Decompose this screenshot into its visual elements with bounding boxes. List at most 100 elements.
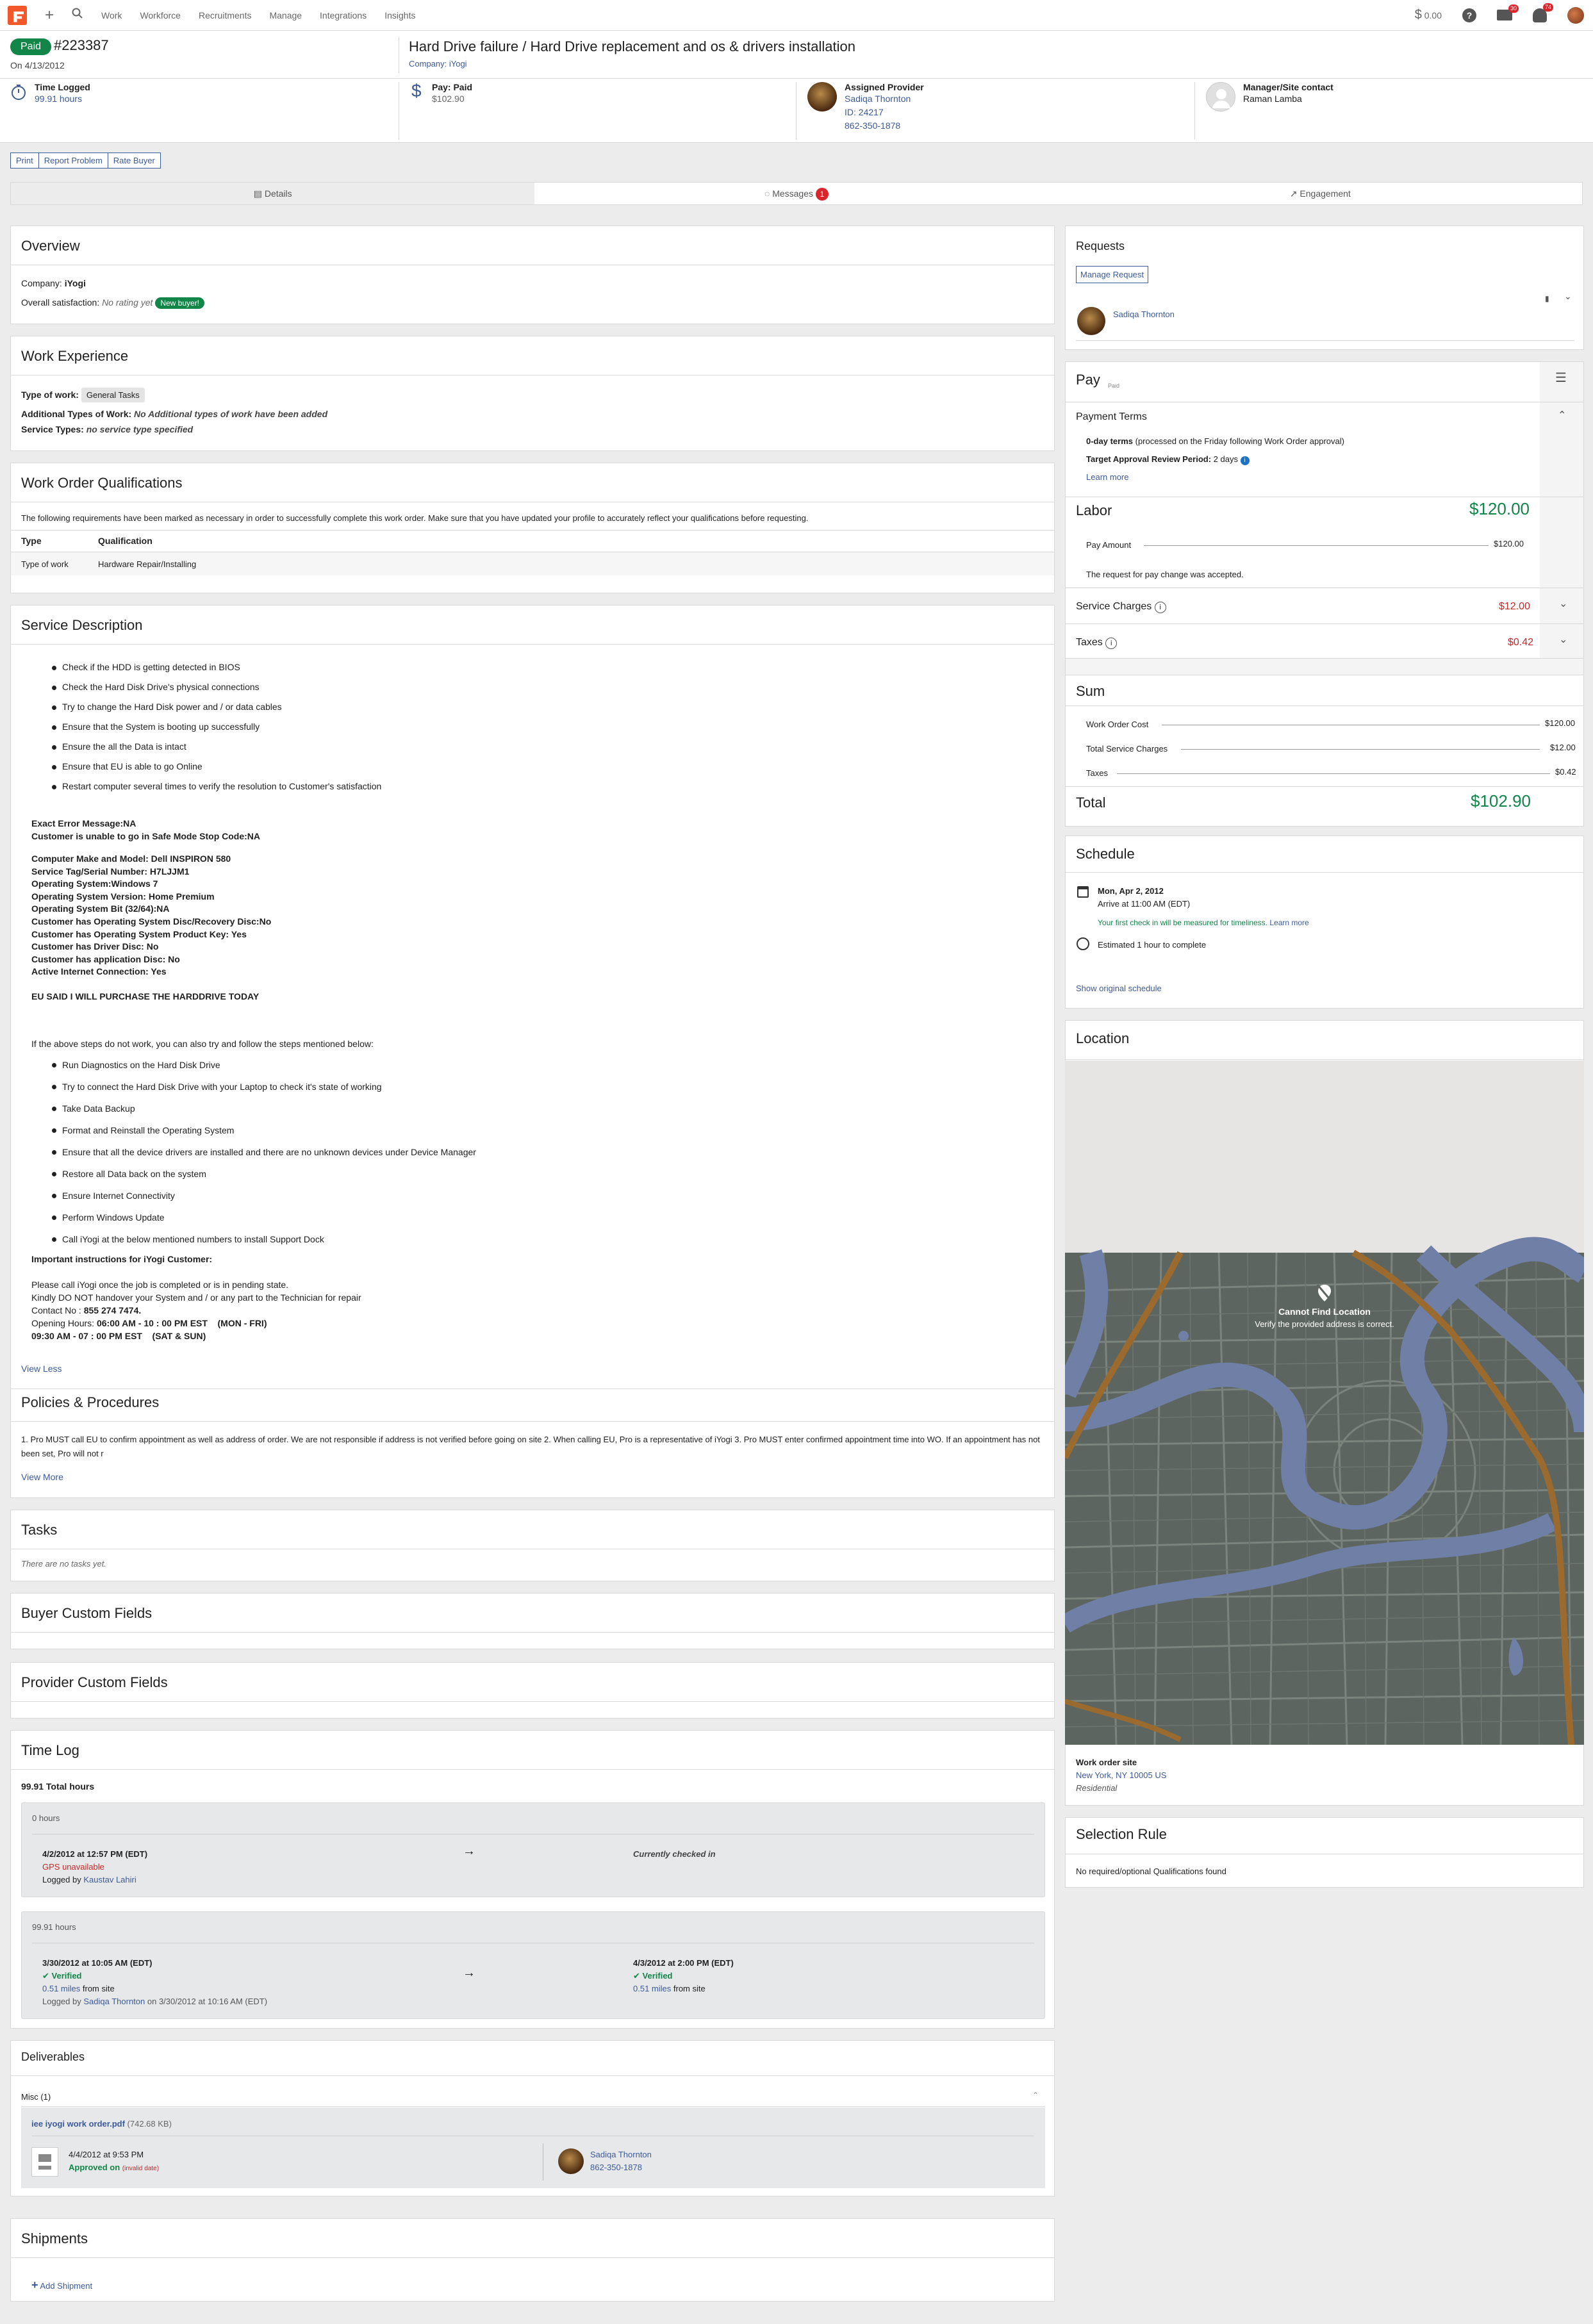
divider xyxy=(0,78,1593,79)
system-spec: Customer has application Disc: No xyxy=(31,953,180,964)
work-experience-card: Work Experience Type of work: General Ta… xyxy=(10,336,1055,451)
row-qualification: Hardware Repair/Installing xyxy=(98,559,197,569)
list-icon[interactable]: ☰ xyxy=(1555,372,1567,384)
schedule-title: Schedule xyxy=(1076,846,1135,862)
logged-on: on 3/30/2012 at 10:16 AM (EDT) xyxy=(147,1997,268,2006)
nav-workforce[interactable]: Workforce xyxy=(140,10,181,21)
assigned-provider-stat: Assigned Provider Sadiqa Thornton ID: 24… xyxy=(845,82,924,133)
entry-start: 3/30/2012 at 10:05 AM (EDT) xyxy=(42,1958,153,1968)
service-step: Take Data Backup xyxy=(52,1103,476,1115)
view-more-link[interactable]: View More xyxy=(21,1471,63,1483)
deliverables-card: Deliverables Misc (1) ⌃ iee iyogi work o… xyxy=(10,2040,1055,2196)
tab-details[interactable]: ▤ Details xyxy=(11,183,535,204)
chevron-down-icon[interactable]: ⌄ xyxy=(1559,634,1567,646)
entry-hours: 0 hours xyxy=(32,1813,60,1823)
col-qualification: Qualification xyxy=(98,536,153,546)
service-charges-label: Service Charges i xyxy=(1076,600,1166,613)
logger-link[interactable]: Sadiqa Thornton xyxy=(83,1997,145,2006)
additional-label: Additional Types of Work: xyxy=(21,409,132,419)
requester-avatar[interactable] xyxy=(1077,307,1105,335)
show-original-schedule-link[interactable]: Show original schedule xyxy=(1076,982,1162,994)
info-outline-icon[interactable]: i xyxy=(1105,638,1118,649)
instruction-line-2: Kindly DO NOT handover your System and /… xyxy=(31,1292,361,1303)
distance-link[interactable]: 0.51 miles xyxy=(42,1984,80,1993)
total-amount: $102.90 xyxy=(1471,791,1531,811)
qualifications-intro: The following requirements have been mar… xyxy=(21,513,809,523)
distance-link[interactable]: 0.51 miles xyxy=(633,1984,671,1993)
overview-title: Overview xyxy=(21,238,80,254)
shipments-title: Shipments xyxy=(21,2230,88,2246)
entry-start: 4/2/2012 at 12:57 PM (EDT) xyxy=(42,1849,148,1859)
info-outline-icon[interactable]: i xyxy=(1154,602,1166,613)
help-icon[interactable]: ? xyxy=(1462,8,1476,22)
provider-name[interactable]: Sadiqa Thornton xyxy=(845,92,924,106)
service-step: Try to change the Hard Disk power and / … xyxy=(52,702,381,712)
tab-engagement[interactable]: ↗ Engagement xyxy=(1059,183,1582,204)
learn-more-link[interactable]: Learn more xyxy=(1086,471,1128,483)
tasks-empty: There are no tasks yet. xyxy=(21,1559,106,1569)
uploader-name[interactable]: Sadiqa Thornton xyxy=(590,2148,652,2161)
bell-icon[interactable]: 74 xyxy=(1533,3,1553,22)
print-button[interactable]: Print xyxy=(10,152,39,169)
nav-work[interactable]: Work xyxy=(101,10,122,21)
schedule-learn-more[interactable]: Learn more xyxy=(1269,918,1308,927)
fieldnation-logo[interactable] xyxy=(8,5,27,25)
shipments-card: Shipments + Add Shipment xyxy=(10,2218,1055,2302)
satisfaction-label: Overall satisfaction: xyxy=(21,297,100,308)
check-icon: ✔ xyxy=(633,1971,640,1981)
misc-folder[interactable]: Misc (1) xyxy=(21,2091,51,2103)
chevron-down-icon[interactable]: ⌄ xyxy=(1559,598,1567,610)
if-text: If the above steps do not work, you can … xyxy=(31,1039,374,1049)
chevron-up-icon[interactable]: ⌃ xyxy=(1558,409,1566,422)
service-step: Call iYogi at the below mentioned number… xyxy=(52,1233,476,1246)
location-map[interactable]: Cannot Find Location Verify the provided… xyxy=(1054,1060,1593,1745)
cannot-find-location: Cannot Find Location xyxy=(1278,1306,1371,1317)
tab-messages[interactable]: ◌ Messages 1 xyxy=(534,183,1058,204)
plus-icon[interactable]: + xyxy=(45,6,54,24)
contact-label: Contact No : xyxy=(31,1305,81,1315)
steps-list-2: Run Diagnostics on the Hard Disk Drive Tr… xyxy=(52,1059,476,1246)
service-step: Ensure that the System is booting up suc… xyxy=(52,721,381,732)
file-link[interactable]: iee iyogi work order.pdf xyxy=(31,2119,125,2129)
logger-link[interactable]: Kaustav Lahiri xyxy=(83,1875,136,1884)
search-icon[interactable] xyxy=(72,8,83,23)
user-avatar[interactable] xyxy=(1567,6,1584,24)
service-step: Ensure Internet Connectivity xyxy=(52,1190,476,1202)
service-step: Check if the HDD is getting detected in … xyxy=(52,662,381,672)
mail-icon[interactable]: 30 xyxy=(1497,4,1519,21)
arrow-right-icon: → xyxy=(463,1844,475,1858)
uploader-phone[interactable]: 862-350-1878 xyxy=(590,2161,642,2173)
chevron-down-icon[interactable]: ⌄ xyxy=(1564,290,1572,302)
wo-cost-label: Work Order Cost xyxy=(1086,720,1149,729)
rate-buyer-button[interactable]: Rate Buyer xyxy=(107,152,161,169)
stopwatch-icon xyxy=(12,85,26,100)
tab-messages-label: Messages xyxy=(772,188,813,199)
schedule-arrive: Arrive at 11:00 AM (EDT) xyxy=(1098,899,1191,909)
from-site: from site xyxy=(82,1984,115,1993)
balance[interactable]: $ 0.00 xyxy=(1415,8,1442,22)
service-types-value: no service type specified xyxy=(86,424,194,434)
nav-integrations[interactable]: Integrations xyxy=(320,10,367,21)
service-description-title: Service Description xyxy=(21,617,143,633)
uploader-avatar[interactable] xyxy=(558,2148,584,2174)
collapse-icon[interactable]: ⌃ xyxy=(1032,2089,1039,2102)
balance-value: 0.00 xyxy=(1424,10,1442,21)
policies-title: Policies & Procedures xyxy=(21,1394,160,1410)
nav-recruitments[interactable]: Recruitments xyxy=(199,10,251,21)
info-icon[interactable]: i xyxy=(1240,456,1250,465)
provider-avatar[interactable] xyxy=(807,82,837,111)
requester-name[interactable]: Sadiqa Thornton xyxy=(1113,308,1175,320)
header-company[interactable]: Company: iYogi xyxy=(409,59,467,69)
manage-request-button[interactable]: Manage Request xyxy=(1076,266,1149,283)
type-label: Type of work: xyxy=(21,390,79,400)
provider-phone[interactable]: 862-350-1878 xyxy=(845,119,924,133)
site-address[interactable]: New York, NY 10005 US xyxy=(1076,1769,1166,1781)
nav-manage[interactable]: Manage xyxy=(269,10,302,21)
add-shipment-button[interactable]: + Add Shipment xyxy=(31,2279,92,2292)
trash-icon[interactable]: ▮ xyxy=(1545,293,1549,305)
report-problem-button[interactable]: Report Problem xyxy=(38,152,108,169)
entry-end: 4/3/2012 at 2:00 PM (EDT) xyxy=(633,1958,734,1968)
system-spec: Computer Make and Model: Dell INSPIRON 5… xyxy=(31,853,231,864)
view-less-link[interactable]: View Less xyxy=(21,1363,62,1375)
nav-insights[interactable]: Insights xyxy=(384,10,415,21)
